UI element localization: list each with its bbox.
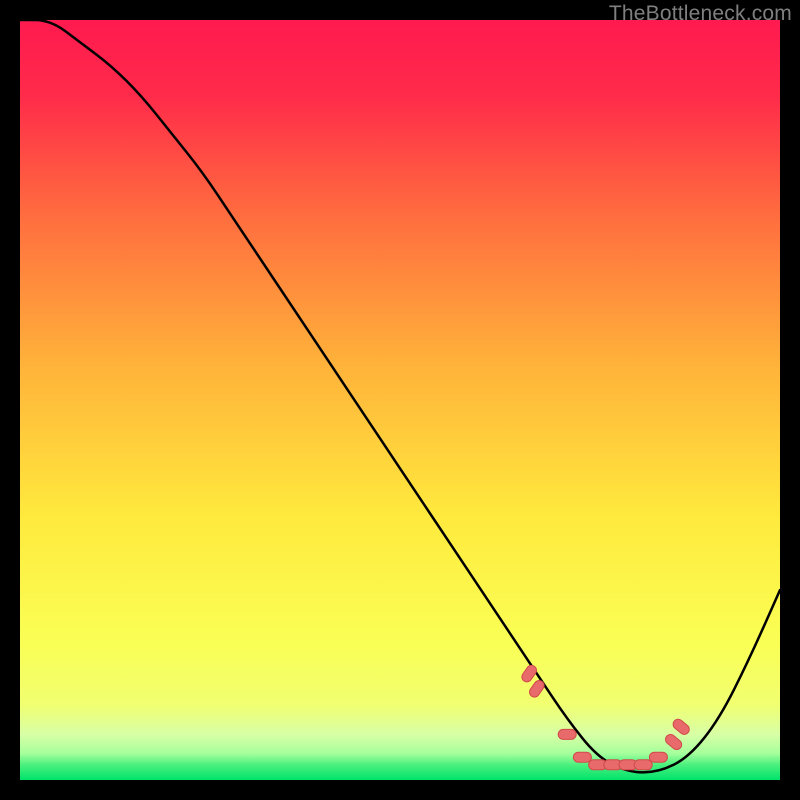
marker bbox=[634, 760, 652, 770]
marker bbox=[558, 729, 576, 739]
gradient-background bbox=[20, 20, 780, 780]
plot-area bbox=[20, 20, 780, 780]
marker bbox=[649, 752, 667, 762]
bottleneck-chart bbox=[20, 20, 780, 780]
marker bbox=[573, 752, 591, 762]
chart-frame: TheBottleneck.com bbox=[0, 0, 800, 800]
